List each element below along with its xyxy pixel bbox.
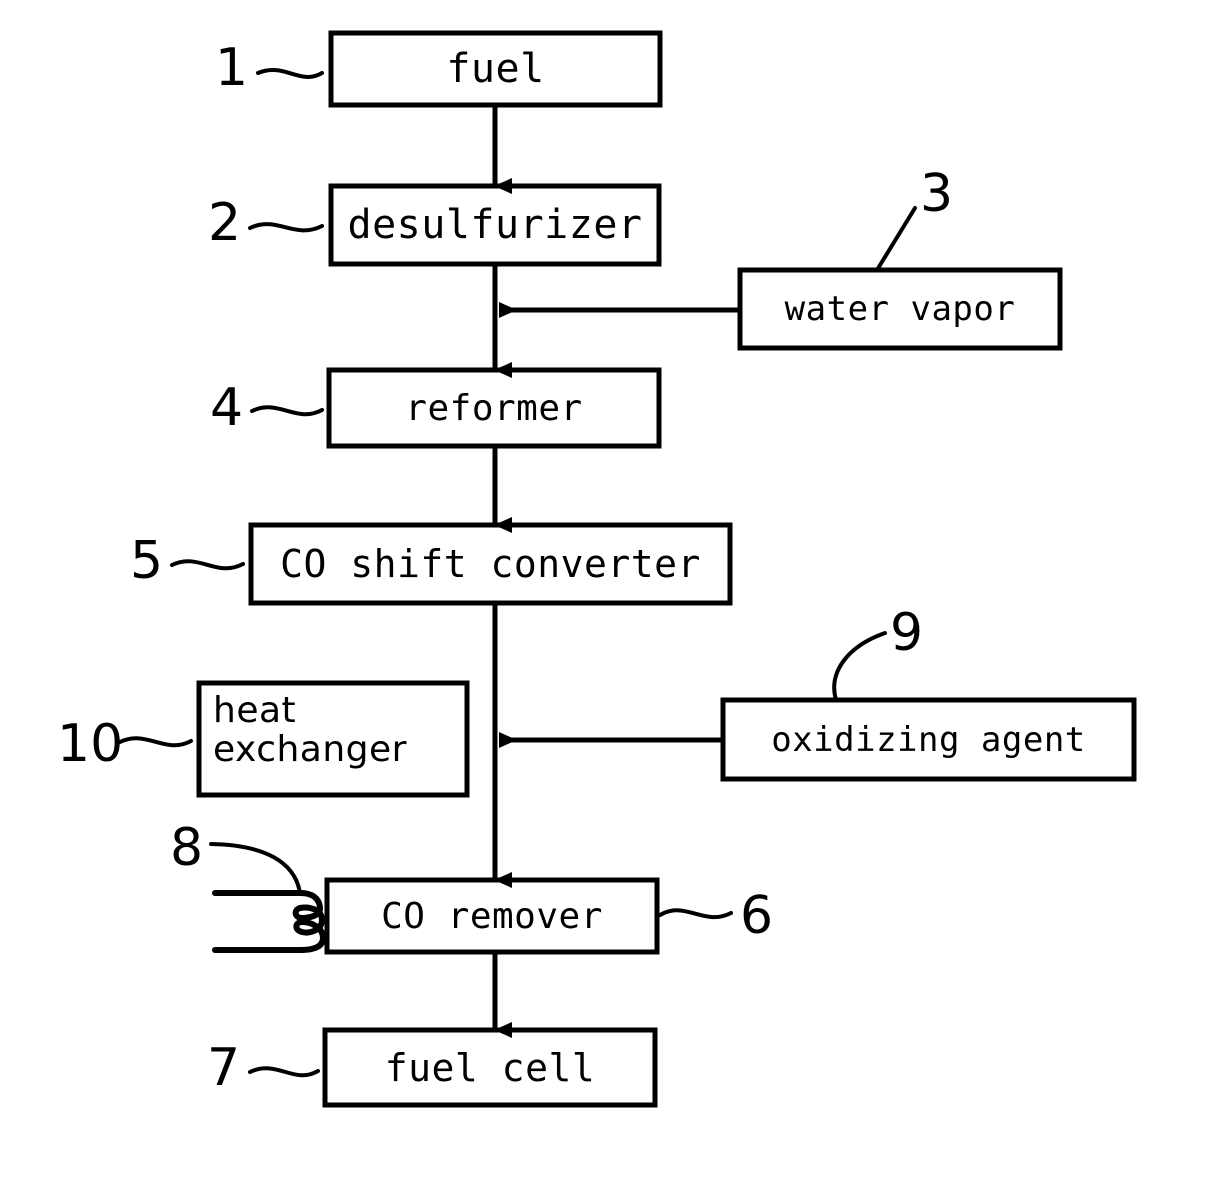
leader-8 xyxy=(209,842,302,895)
leader-2 xyxy=(248,222,324,233)
leader-4 xyxy=(250,405,324,417)
leader-1 xyxy=(256,68,324,79)
diagram-canvas xyxy=(118,30,1137,1108)
heating-coil-icon xyxy=(212,890,326,953)
fuel-cell-system-diagram: fuel desulfurizer water vapor reformer C… xyxy=(0,0,1209,1187)
block-rect-desulfurizer xyxy=(328,183,662,267)
leader-3 xyxy=(875,206,917,272)
block-rect-reformer xyxy=(326,367,662,449)
block-rect-fuel-cell xyxy=(322,1027,658,1108)
leader-9 xyxy=(832,631,887,702)
block-rect-fuel xyxy=(328,30,663,108)
block-rect-oxid-agent xyxy=(720,697,1137,782)
block-rect-heat-exch xyxy=(196,680,470,798)
leader-6 xyxy=(658,908,733,920)
leader-10 xyxy=(118,736,193,748)
block-rect-co-shift xyxy=(248,522,733,606)
leader-7 xyxy=(248,1066,320,1078)
block-rect-water-vapor xyxy=(737,267,1063,351)
leader-5 xyxy=(170,559,245,571)
block-rect-co-remover xyxy=(324,877,660,955)
